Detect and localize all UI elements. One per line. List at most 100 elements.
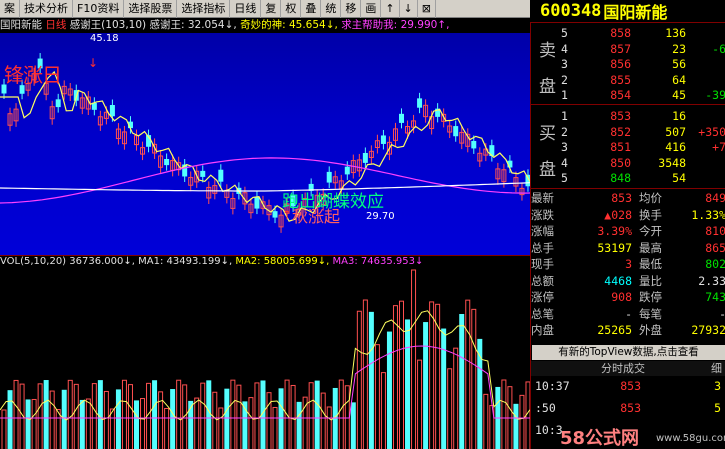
sell-volume: 136 bbox=[665, 26, 686, 40]
toolbar-item-tech-analysis[interactable]: 技术分析 bbox=[20, 0, 73, 18]
arrow-down-icon[interactable]: ↓ bbox=[400, 0, 418, 18]
sell-volume: 64 bbox=[672, 72, 686, 87]
arrow-up-icon[interactable]: ↑ bbox=[381, 0, 400, 18]
trade-row[interactable]: :50 853 5 bbox=[531, 401, 725, 416]
buy-row[interactable]: 5 848 54 bbox=[531, 171, 725, 186]
volume-bar bbox=[417, 359, 423, 449]
tab-detail[interactable]: 细 bbox=[711, 361, 722, 376]
toolbar-item-daily[interactable]: 日线 bbox=[230, 0, 262, 18]
volume-bar bbox=[103, 390, 109, 449]
stat-value-right: 810 bbox=[705, 224, 725, 238]
sell-price: 858 bbox=[610, 26, 631, 40]
stat-label-left: 总手 bbox=[531, 240, 554, 255]
toolbar-item-f10[interactable]: F10资料 bbox=[73, 0, 125, 18]
zoom-icon[interactable]: ⊠ bbox=[418, 0, 436, 18]
info-stock-name: 国阳新能 bbox=[0, 19, 42, 31]
ma-line-yellow bbox=[0, 70, 531, 222]
stat-value-right: 1.33% bbox=[691, 207, 725, 222]
sell-row[interactable]: 3 856 56 bbox=[531, 57, 725, 72]
stat-label-right: 最高 bbox=[639, 240, 662, 255]
vol-value: 36736.000↓, bbox=[69, 256, 135, 267]
volume-bar bbox=[513, 403, 519, 449]
toolbar-item-restore[interactable]: 复 bbox=[261, 0, 282, 18]
stat-value-left: ▲028 bbox=[604, 207, 632, 222]
stat-row[interactable]: 涨幅 3.39% 今开 810 bbox=[531, 224, 725, 239]
stat-row[interactable]: 总额 4468 量比 2.33 bbox=[531, 274, 725, 289]
buy-level: 5 bbox=[561, 171, 568, 185]
candle-body bbox=[362, 152, 368, 163]
sell-level: 4 bbox=[561, 41, 568, 56]
stat-label-right: 今开 bbox=[639, 224, 662, 238]
kline-svg: ↓↑ bbox=[0, 53, 531, 233]
volume-bar bbox=[266, 392, 272, 449]
buy-price: 851 bbox=[610, 140, 631, 154]
vol-ma3: MA3: 74635.953↓ bbox=[332, 256, 424, 267]
volume-bar bbox=[453, 347, 459, 449]
kline-chart[interactable]: ↓ ↑ 锋涨日 45.18 29.70 跑出蝴蝶效应 秋涨起 bbox=[0, 33, 531, 255]
trade-time: 10:3 bbox=[535, 423, 563, 437]
stat-row[interactable]: 最新 853 均价 849 bbox=[531, 191, 725, 206]
volume-bar bbox=[441, 328, 447, 449]
stat-value-left: 3 bbox=[625, 257, 632, 271]
volume-bar bbox=[423, 322, 429, 449]
sell-row[interactable]: 1 854 45 -39 bbox=[531, 88, 725, 103]
candle-body bbox=[380, 135, 386, 144]
trade-row[interactable]: 10:37 853 3 bbox=[531, 379, 725, 394]
volume-chart[interactable] bbox=[0, 255, 531, 449]
chart-high-label: 45.18 bbox=[90, 33, 119, 44]
toolbar-item-move[interactable]: 移 bbox=[341, 0, 362, 18]
toolbar-item-stats[interactable]: 统 bbox=[321, 0, 342, 18]
toolbar-item-rights[interactable]: 权 bbox=[281, 0, 302, 18]
sell-level: 1 bbox=[561, 88, 568, 102]
stat-label-left: 内盘 bbox=[531, 323, 554, 337]
sell-level: 3 bbox=[561, 57, 568, 71]
buy-volume: 416 bbox=[665, 140, 686, 154]
volume-bar bbox=[43, 380, 49, 449]
indicator-info-bar: 国阳新能 日线 感谢王(103,10) 感谢王: 32.054↓, 奇妙的神: … bbox=[0, 18, 530, 33]
buy-level: 1 bbox=[561, 109, 568, 123]
tab-fenshi[interactable]: 分时成交 bbox=[601, 361, 645, 376]
sell-row[interactable]: 4 857 23 -6 bbox=[531, 42, 725, 57]
stat-row[interactable]: 总手 53197 最高 865 bbox=[531, 241, 725, 256]
stat-row[interactable]: 内盘 25265 外盘 27932 bbox=[531, 323, 725, 338]
toolbar-item-draw[interactable]: 画 bbox=[361, 0, 382, 18]
topview-button[interactable]: 有新的TopView数据,点击查看 bbox=[532, 345, 725, 360]
sell-row[interactable]: 5 858 136 bbox=[531, 26, 725, 41]
buy-row[interactable]: 1 853 16 bbox=[531, 109, 725, 124]
stat-value-right: 27932 bbox=[691, 323, 725, 337]
stat-row[interactable]: 涨停 908 跌停 743 bbox=[531, 290, 725, 305]
candle-body bbox=[91, 102, 97, 110]
stat-value-right: 865 bbox=[705, 240, 725, 255]
stat-row[interactable]: 总笔 -每笔- bbox=[531, 307, 725, 322]
volume-bar bbox=[459, 313, 465, 449]
sell-level: 5 bbox=[561, 26, 568, 40]
stock-code: 600348 bbox=[540, 1, 602, 21]
candle-body bbox=[164, 159, 170, 166]
quote-panel: 卖 盘 买 盘 有新的TopView数据,点击查看 分时成交 细 5 858 136… bbox=[530, 22, 725, 449]
sell-change: -39 bbox=[705, 88, 725, 102]
stat-label-right: 换手 bbox=[639, 207, 662, 222]
volume-bar bbox=[380, 372, 386, 449]
sell-change: -6 bbox=[712, 41, 725, 56]
volume-bar bbox=[67, 379, 73, 449]
volume-bar bbox=[91, 383, 97, 449]
toolbar-item-select-indicator[interactable]: 选择指标 bbox=[177, 0, 231, 18]
info-series-3: 求主帮助我: 29.990↑, bbox=[341, 19, 450, 31]
sell-row[interactable]: 2 855 64 bbox=[531, 73, 725, 88]
toolbar-item-overlay[interactable]: 叠 bbox=[301, 0, 322, 18]
candle-body bbox=[254, 196, 260, 209]
buy-row[interactable]: 3 851 416 +7 bbox=[531, 140, 725, 155]
toolbar-item-case[interactable]: 案 bbox=[0, 0, 20, 18]
volume-bar bbox=[320, 392, 326, 449]
stat-value-left: 4468 bbox=[604, 273, 632, 288]
buy-row[interactable]: 2 852 507 +350 bbox=[531, 125, 725, 140]
stat-row[interactable]: 现手 3 最低 802 bbox=[531, 257, 725, 272]
toolbar-item-select-stock[interactable]: 选择股票 bbox=[124, 0, 178, 18]
buy-volume: 507 bbox=[665, 124, 686, 139]
sell-volume: 56 bbox=[672, 57, 686, 71]
stat-row[interactable]: 涨跌 ▲028 换手 1.33% bbox=[531, 208, 725, 223]
sell-price: 855 bbox=[610, 72, 631, 87]
buy-row[interactable]: 4 850 3548 bbox=[531, 156, 725, 171]
candle-body bbox=[272, 211, 278, 218]
volume-bar bbox=[350, 402, 356, 449]
